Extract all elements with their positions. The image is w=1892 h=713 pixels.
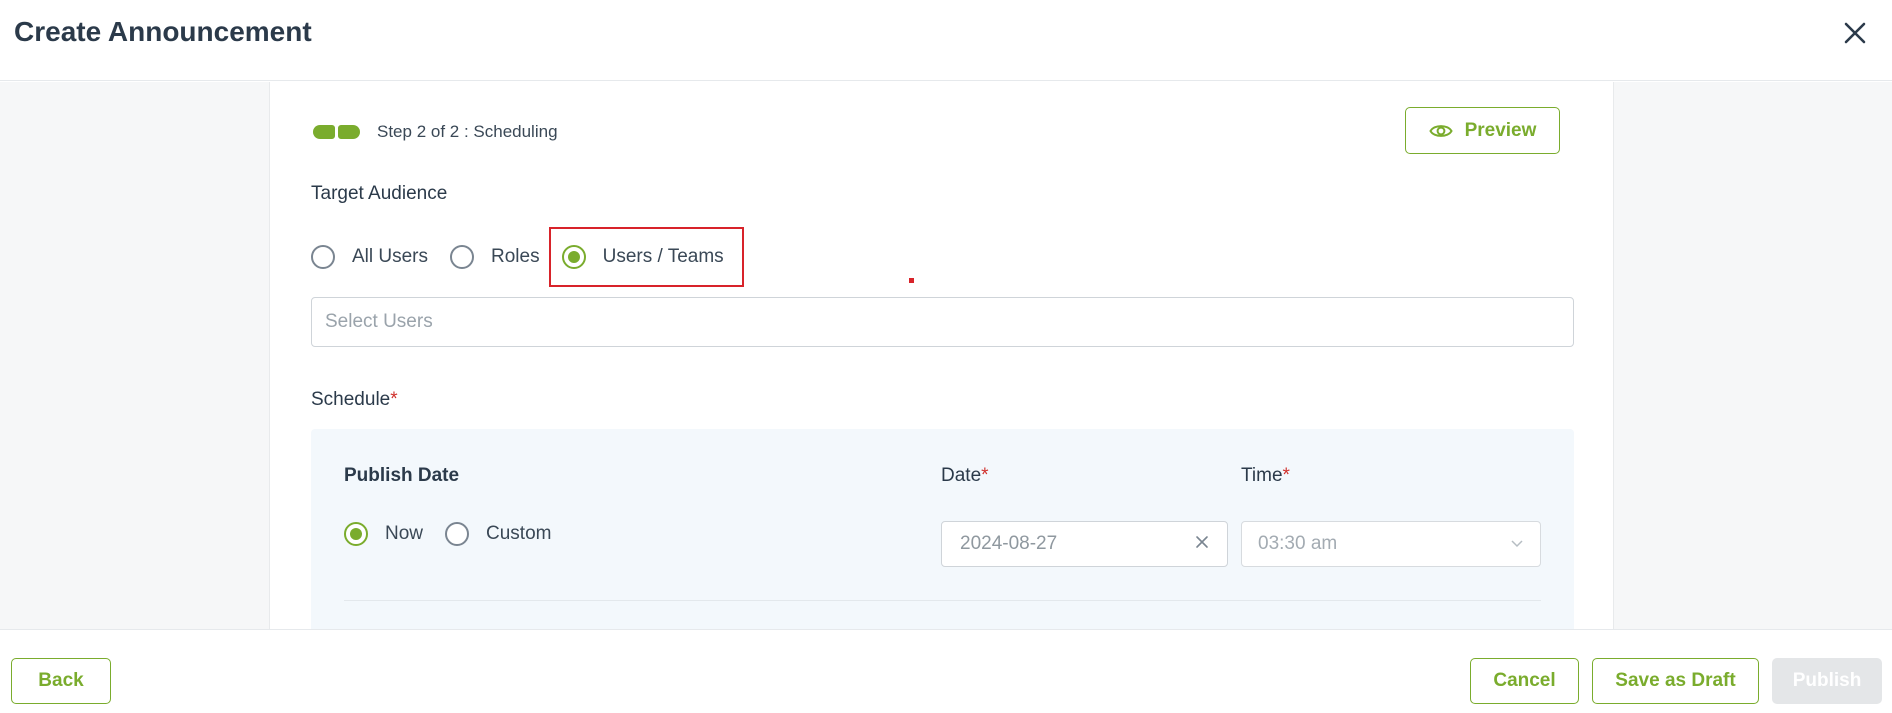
step-1-indicator: [313, 125, 335, 139]
radio-circle[interactable]: [311, 245, 335, 269]
radio-label: Roles: [491, 246, 540, 267]
schedule-panel: Publish Date Now Custom Date* Time* 2024…: [311, 429, 1574, 629]
cancel-button[interactable]: Cancel: [1470, 658, 1579, 704]
step-text: Step 2 of 2 : Scheduling: [377, 122, 558, 141]
eye-icon: [1428, 124, 1453, 137]
schedule-label-text: Schedule: [311, 389, 391, 410]
page-title: Create Announcement: [14, 16, 312, 47]
date-input[interactable]: 2024-08-27: [941, 521, 1228, 567]
chevron-down-icon: [1510, 535, 1524, 553]
time-label-text: Time: [1241, 465, 1283, 486]
date-value: 2024-08-27: [960, 533, 1058, 554]
target-audience-label: Target Audience: [311, 183, 448, 204]
radio-circle[interactable]: [450, 245, 475, 269]
right-gutter: [1613, 82, 1892, 629]
date-label-text: Date: [941, 465, 982, 486]
time-value: 03:30 am: [1258, 533, 1338, 554]
time-select[interactable]: 03:30 am: [1241, 521, 1541, 567]
stepper: Step 2 of 2 : Scheduling: [313, 122, 558, 142]
radio-label: Now: [385, 523, 424, 544]
clear-icon[interactable]: [1195, 535, 1209, 554]
divider: [344, 600, 1541, 601]
radio-label: All Users: [352, 246, 429, 267]
publish-date-title: Publish Date: [344, 465, 460, 486]
select-users-input[interactable]: [311, 297, 1574, 347]
close-icon[interactable]: [1840, 18, 1870, 48]
left-gutter: [0, 82, 270, 629]
required-mark: *: [1282, 465, 1290, 486]
radio-label: Custom: [486, 523, 552, 544]
preview-button[interactable]: Preview: [1405, 107, 1560, 154]
radio-roles[interactable]: Roles: [450, 245, 540, 269]
radio-circle[interactable]: [445, 522, 470, 546]
radio-now[interactable]: Now: [344, 522, 423, 546]
date-label: Date*: [941, 465, 989, 487]
required-mark: *: [981, 465, 989, 486]
schedule-label: Schedule*: [311, 389, 398, 411]
modal-footer: Back Cancel Save as Draft Publish: [0, 629, 1892, 713]
radio-all-users[interactable]: All Users: [311, 245, 428, 269]
required-mark: *: [390, 389, 398, 410]
cursor-marker: [909, 278, 914, 283]
save-as-draft-button[interactable]: Save as Draft: [1592, 658, 1759, 704]
modal-header: Create Announcement: [0, 0, 1892, 81]
preview-label: Preview: [1464, 119, 1537, 141]
step-2-indicator: [338, 125, 360, 139]
publish-date-options: Now Custom: [344, 522, 573, 546]
time-label: Time*: [1241, 465, 1290, 487]
radio-circle-checked[interactable]: [344, 522, 368, 546]
highlight-box: [549, 227, 744, 287]
form-content[interactable]: Step 2 of 2 : Scheduling Preview Target …: [271, 82, 1613, 629]
radio-custom[interactable]: Custom: [445, 522, 551, 546]
publish-button[interactable]: Publish: [1772, 658, 1882, 704]
back-button[interactable]: Back: [11, 658, 111, 704]
